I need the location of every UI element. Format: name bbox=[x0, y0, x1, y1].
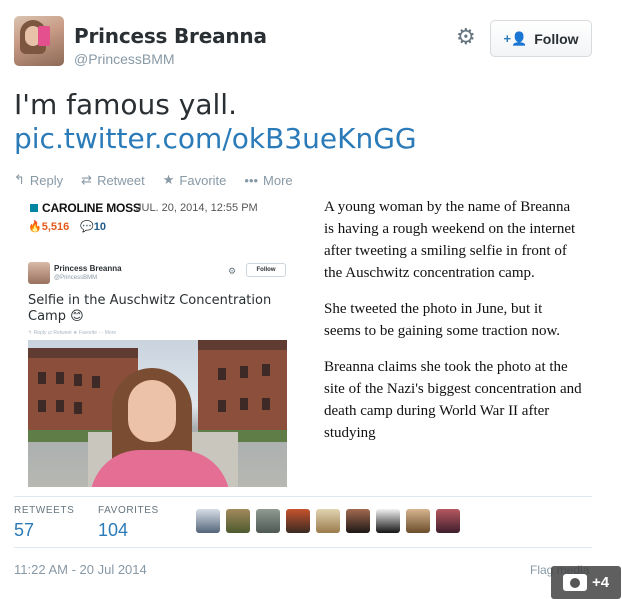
gear-icon[interactable]: ⚙ bbox=[456, 26, 478, 48]
favorites-label: FAVORITES bbox=[98, 505, 159, 516]
article-paragraph: A young woman by the name of Breanna is … bbox=[324, 199, 576, 281]
retweets-label: RETWEETS bbox=[14, 505, 75, 516]
inner-follow-button: Follow bbox=[246, 263, 286, 277]
article-date: JUL. 20, 2014, 12:55 PM bbox=[136, 202, 258, 214]
article-paragraph: She tweeted the photo in June, but it se… bbox=[324, 301, 561, 339]
article-paragraph: Breanna claims she took the photo at the… bbox=[324, 359, 582, 441]
tweet-media-link[interactable]: pic.twitter.com/okB3ueKnGG bbox=[14, 122, 417, 156]
user-display-name[interactable]: Princess Breanna bbox=[74, 24, 267, 48]
favoriter-avatar[interactable] bbox=[436, 509, 460, 533]
add-user-icon: +👤 bbox=[503, 30, 528, 46]
retweet-label: Retweet bbox=[97, 172, 145, 188]
inner-display-name: Princess Breanna bbox=[54, 264, 122, 273]
photo-count-badge[interactable]: +4 bbox=[551, 566, 621, 599]
user-avatar[interactable] bbox=[14, 16, 64, 66]
tweet-timestamp[interactable]: 11:22 AM - 20 Jul 2014 bbox=[14, 562, 147, 577]
inner-avatar bbox=[28, 262, 50, 284]
shares-count: 🔥5,516 bbox=[28, 221, 70, 233]
star-icon: ★ bbox=[162, 172, 175, 187]
favorite-action[interactable]: ★ Favorite bbox=[163, 172, 227, 188]
favoriter-avatar[interactable] bbox=[346, 509, 370, 533]
favoriter-avatar[interactable] bbox=[256, 509, 280, 533]
inner-tweet-actions: ↰ Reply ⇄ Retweet ★ Favorite ··· More bbox=[28, 330, 117, 336]
inner-gear-icon: ⚙ bbox=[228, 266, 237, 276]
flame-icon: 🔥 bbox=[28, 221, 42, 233]
favoriter-avatar[interactable] bbox=[376, 509, 400, 533]
more-label: More bbox=[263, 172, 293, 188]
article-text: A young woman by the name of Breanna is … bbox=[324, 196, 582, 487]
user-handle[interactable]: @PrincessBMM bbox=[74, 51, 175, 67]
article-author: CAROLINE MOSS bbox=[42, 201, 141, 215]
ellipsis-icon: ••• bbox=[244, 172, 259, 188]
inner-tweet-text: Selfie in the Auschwitz Concentration Ca… bbox=[28, 293, 272, 324]
tweet-actions: ↰ Reply ⇄ Retweet ★ Favorite ••• More bbox=[14, 172, 293, 188]
divider bbox=[14, 496, 592, 497]
comment-bubble-icon: 💬 bbox=[80, 221, 94, 233]
retweet-icon: ⇄ bbox=[81, 172, 93, 187]
follow-button[interactable]: +👤 Follow bbox=[490, 20, 592, 57]
follow-button-label: Follow bbox=[534, 30, 579, 47]
favoriter-avatar[interactable] bbox=[196, 509, 220, 533]
favoriter-avatar[interactable] bbox=[286, 509, 310, 533]
favoriter-avatar[interactable] bbox=[406, 509, 430, 533]
retweet-action[interactable]: ⇄ Retweet bbox=[81, 172, 145, 188]
inner-handle: @PrincessBMM bbox=[54, 275, 98, 281]
reply-label: Reply bbox=[29, 172, 64, 188]
media-image[interactable]: CAROLINE MOSS JUL. 20, 2014, 12:55 PM 🔥5… bbox=[14, 194, 314, 487]
photo-count: +4 bbox=[591, 574, 610, 591]
camera-icon bbox=[562, 574, 587, 591]
favoriter-avatars bbox=[196, 509, 460, 533]
favorites-count[interactable]: 104 bbox=[98, 520, 128, 541]
favoriter-avatar[interactable] bbox=[316, 509, 340, 533]
reply-action[interactable]: ↰ Reply bbox=[14, 172, 63, 188]
author-square-icon bbox=[30, 204, 38, 212]
reply-icon: ↰ bbox=[14, 172, 25, 187]
retweets-count[interactable]: 57 bbox=[14, 520, 34, 541]
divider bbox=[14, 547, 592, 548]
tweet-text: I'm famous yall. bbox=[14, 88, 237, 121]
favoriter-avatar[interactable] bbox=[226, 509, 250, 533]
favorite-label: Favorite bbox=[179, 172, 227, 188]
selfie-photo bbox=[28, 340, 287, 487]
comments-count: 💬10 bbox=[80, 221, 106, 233]
more-action[interactable]: ••• More bbox=[244, 172, 292, 188]
